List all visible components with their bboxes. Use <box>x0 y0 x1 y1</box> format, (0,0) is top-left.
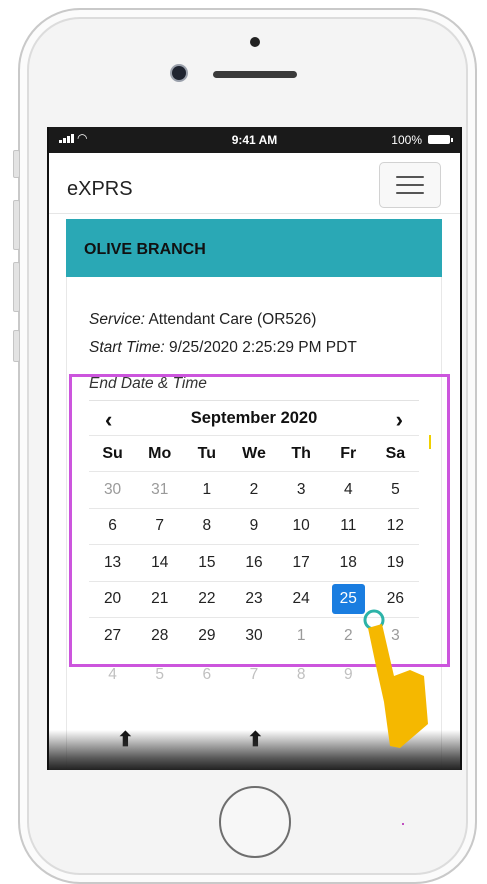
navbar: eXPRS <box>49 153 460 214</box>
day-cell-partial: 5 <box>155 666 165 683</box>
home-button[interactable] <box>219 786 291 858</box>
day-cell-partial: 4 <box>108 666 117 683</box>
status-bar: ◠ 9:41 AM 100% <box>49 127 460 153</box>
side-button <box>13 330 20 362</box>
hamburger-icon <box>396 176 424 178</box>
hamburger-line <box>396 192 424 194</box>
service-label: Service: <box>89 311 145 328</box>
volume-up-button <box>13 200 20 250</box>
sensor-dot <box>250 37 260 47</box>
menu-toggle-button[interactable] <box>379 162 441 208</box>
day-cell-partial: 6 <box>202 666 212 683</box>
decorative-dot <box>402 823 404 825</box>
brand-title[interactable]: eXPRS <box>67 178 133 201</box>
service-line: Service: Attendant Care (OR526) <box>89 311 316 329</box>
hamburger-line <box>396 184 424 186</box>
start-time-line: Start Time: 9/25/2020 2:25:29 PM PDT <box>89 339 357 357</box>
start-value: 9/25/2020 2:25:29 PM PDT <box>168 339 357 356</box>
day-cell-partial: 8 <box>296 666 306 683</box>
card-title: OLIVE BRANCH <box>84 241 206 258</box>
service-value: Attendant Care (OR526) <box>148 311 317 328</box>
front-camera <box>172 66 186 80</box>
mute-switch <box>13 150 20 178</box>
earpiece-speaker <box>213 71 297 78</box>
tap-hand-icon <box>363 609 428 748</box>
card-header: OLIVE BRANCH <box>66 219 442 277</box>
day-cell-partial: 7 <box>249 666 259 683</box>
volume-down-button <box>13 262 20 312</box>
battery-icon <box>428 135 453 144</box>
start-label: Start Time: <box>89 339 165 356</box>
battery-percent: 100% <box>391 133 422 147</box>
